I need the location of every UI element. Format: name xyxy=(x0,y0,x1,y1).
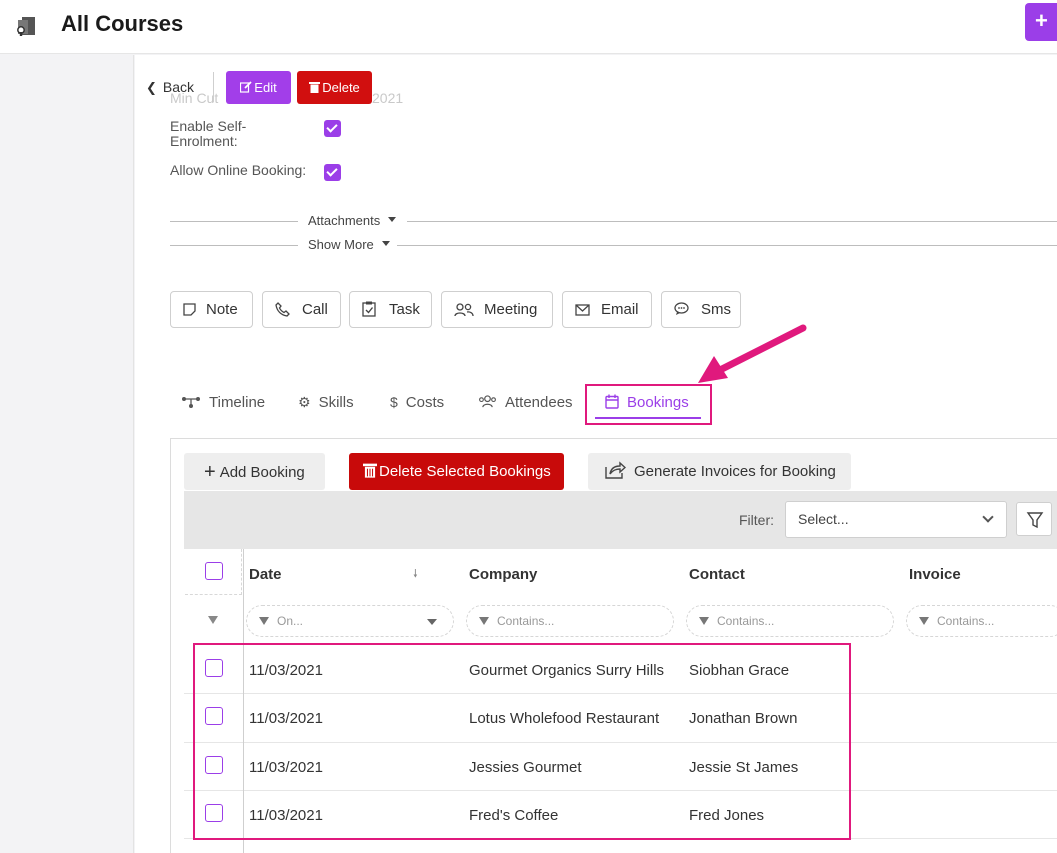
tab-skills-label: Skills xyxy=(318,394,354,411)
delete-button[interactable]: Delete xyxy=(297,71,372,104)
tab-costs[interactable]: $ Costs xyxy=(390,394,444,411)
funnel-icon xyxy=(699,617,709,625)
contact-filter-placeholder: Contains... xyxy=(717,614,775,628)
share-icon xyxy=(605,461,627,479)
caret-down-icon xyxy=(381,241,390,247)
contact-filter-input[interactable]: Contains... xyxy=(686,605,894,637)
funnel-icon xyxy=(1026,512,1044,529)
filter-label: Filter: xyxy=(739,512,774,528)
toolbar-divider xyxy=(213,72,214,102)
trash-icon xyxy=(363,463,377,478)
column-header-contact[interactable]: Contact xyxy=(689,566,745,583)
self-enrolment-label-line1: Enable Self- xyxy=(170,118,247,134)
trash-icon xyxy=(309,82,321,93)
annotation-highlight-rows xyxy=(193,643,851,840)
users-icon xyxy=(454,303,474,317)
chat-icon xyxy=(674,302,689,315)
email-button[interactable]: Email xyxy=(562,291,652,328)
filter-select[interactable]: Select... xyxy=(785,501,1007,538)
clipboard-check-icon xyxy=(362,301,376,317)
edit-button[interactable]: Edit xyxy=(226,71,291,104)
delete-label: Delete xyxy=(322,80,360,95)
email-label: Email xyxy=(601,301,639,318)
generate-invoices-label: Generate Invoices for Booking xyxy=(634,463,836,480)
plus-icon: + xyxy=(204,461,216,483)
envelope-icon xyxy=(575,304,590,316)
tab-timeline-label: Timeline xyxy=(209,394,266,411)
date-filter-placeholder: On... xyxy=(277,614,304,628)
course-logo-icon xyxy=(17,17,35,36)
tab-attendees-label: Attendees xyxy=(505,394,573,411)
note-icon xyxy=(183,303,196,316)
gears-icon: ⚙ xyxy=(298,394,311,410)
note-button[interactable]: Note xyxy=(170,291,253,328)
phone-icon xyxy=(275,302,290,317)
note-label: Note xyxy=(206,301,238,318)
task-button[interactable]: Task xyxy=(349,291,432,328)
tab-timeline[interactable]: Timeline xyxy=(181,394,265,411)
show-more-section[interactable]: Show More xyxy=(170,237,1057,253)
attachments-section[interactable]: Attachments xyxy=(170,213,1057,229)
online-booking-label: Allow Online Booking: xyxy=(170,162,307,178)
call-button[interactable]: Call xyxy=(262,291,341,328)
page-title: All Courses xyxy=(61,11,184,36)
back-label: Back xyxy=(162,79,195,95)
tab-attendees[interactable]: Attendees xyxy=(478,394,573,411)
dollar-icon: $ xyxy=(390,394,398,410)
chevron-left-icon: ❮ xyxy=(146,80,157,95)
date-filter-input[interactable]: On... xyxy=(246,605,454,637)
left-pane xyxy=(0,55,134,853)
self-enrolment-checkbox[interactable] xyxy=(324,120,341,137)
annotation-highlight-tab xyxy=(585,384,712,425)
funnel-icon xyxy=(259,617,269,625)
funnel-icon xyxy=(919,617,929,625)
invoice-filter-input[interactable]: Contains... xyxy=(906,605,1057,637)
attachments-label: Attachments xyxy=(308,213,381,228)
ghost-field-value: 2021 xyxy=(372,90,404,106)
filter-select-value: Select... xyxy=(798,511,849,527)
delete-selected-label: Delete Selected Bookings xyxy=(379,463,551,480)
task-label: Task xyxy=(389,301,420,318)
caret-down-icon xyxy=(427,619,437,625)
online-booking-checkbox[interactable] xyxy=(324,164,341,181)
chevron-down-icon xyxy=(982,511,994,523)
add-new-button[interactable]: + xyxy=(1025,3,1057,41)
filter-funnel-button[interactable] xyxy=(1016,502,1052,536)
company-filter-placeholder: Contains... xyxy=(497,614,555,628)
edit-label: Edit xyxy=(254,80,277,95)
column-header-company[interactable]: Company xyxy=(469,566,537,583)
sort-down-icon[interactable]: 🠗 xyxy=(413,565,418,584)
tab-skills[interactable]: ⚙ Skills xyxy=(298,394,354,411)
annotation-arrow-icon xyxy=(698,324,807,383)
company-filter-input[interactable]: Contains... xyxy=(466,605,674,637)
row-filter-funnel-icon xyxy=(208,616,218,624)
delete-selected-bookings-button[interactable]: Delete Selected Bookings xyxy=(349,453,564,490)
timeline-icon xyxy=(182,397,200,408)
column-header-date[interactable]: Date xyxy=(249,566,282,583)
meeting-button[interactable]: Meeting xyxy=(441,291,553,328)
self-enrolment-label-line2: Enrolment: xyxy=(170,133,238,149)
add-booking-button[interactable]: + Add Booking xyxy=(184,453,325,490)
top-header: All Courses + xyxy=(0,0,1057,54)
tab-costs-label: Costs xyxy=(405,394,445,411)
funnel-icon xyxy=(479,617,489,625)
add-booking-label: Add Booking xyxy=(219,464,305,481)
select-all-checkbox[interactable] xyxy=(205,562,223,580)
call-label: Call xyxy=(302,301,328,318)
show-more-label: Show More xyxy=(308,237,374,252)
meeting-label: Meeting xyxy=(484,301,538,318)
column-header-invoice[interactable]: Invoice xyxy=(909,566,961,583)
edit-icon xyxy=(240,81,252,93)
invoice-filter-placeholder: Contains... xyxy=(937,614,995,628)
back-button[interactable]: ❮ Back xyxy=(146,79,194,96)
users-icon xyxy=(479,395,496,408)
caret-down-icon xyxy=(388,217,397,223)
generate-invoices-button[interactable]: Generate Invoices for Booking xyxy=(588,453,851,490)
